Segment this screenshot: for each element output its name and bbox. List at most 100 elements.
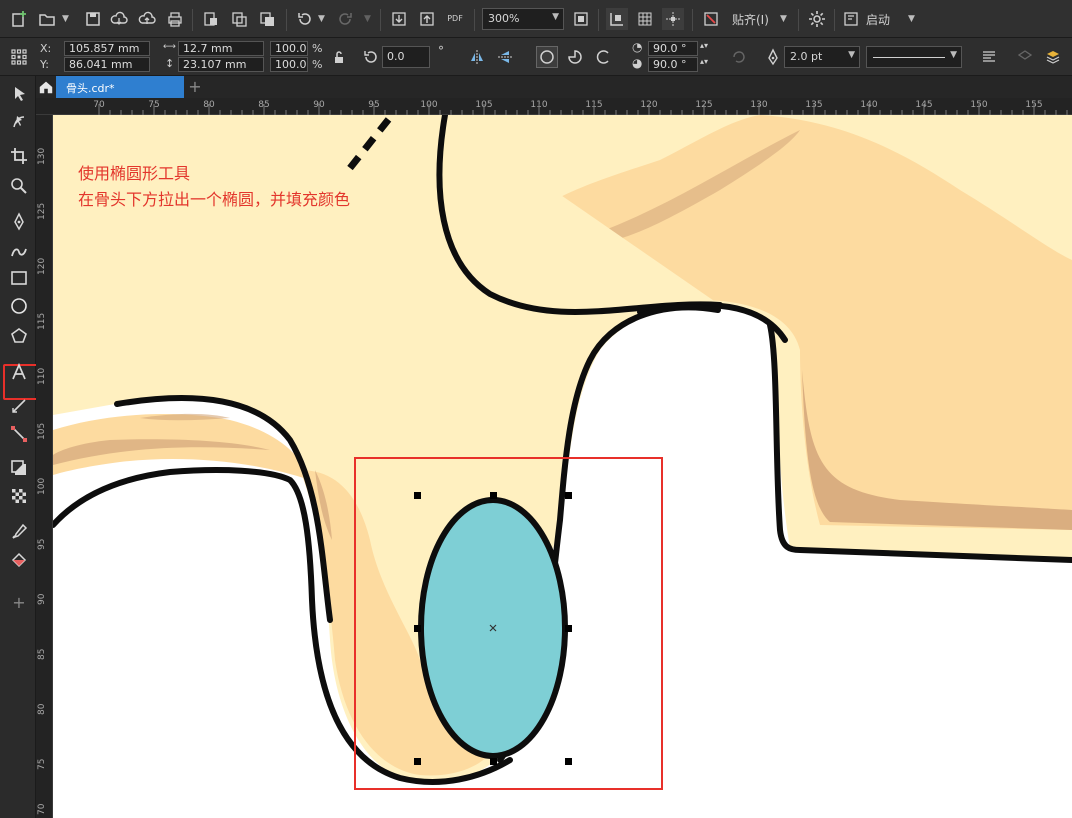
text-tool-icon[interactable] xyxy=(6,360,32,384)
import-arrow-icon[interactable] xyxy=(388,8,410,30)
open-folder-icon[interactable] xyxy=(36,8,58,30)
drop-shadow-tool-icon[interactable] xyxy=(6,456,32,480)
ellipse-mode-icon[interactable] xyxy=(536,46,558,68)
tutorial-annotation: 使用椭圆形工具 在骨头下方拉出一个椭圆，并填充颜色 xyxy=(78,161,350,213)
add-tab-button[interactable]: + xyxy=(186,78,204,96)
x-position-field[interactable]: 105.857 mm xyxy=(64,41,150,56)
mirror-horizontal-icon[interactable] xyxy=(466,46,488,68)
pdf-label: PDF xyxy=(447,14,463,23)
text-wrap-icon[interactable] xyxy=(978,46,1000,68)
guidelines-toggle-icon[interactable] xyxy=(662,8,684,30)
save-icon[interactable] xyxy=(82,8,104,30)
interactive-fill-tool-icon[interactable] xyxy=(6,548,32,572)
document-tab-bar: 骨头.cdr* + xyxy=(36,76,1072,98)
toolbox: + xyxy=(0,76,42,818)
scale-x-field[interactable]: 100.0 xyxy=(270,41,308,56)
width-field[interactable]: 12.7 mm xyxy=(178,41,264,56)
pdf-export-icon[interactable]: PDF xyxy=(444,8,466,30)
ruler-tick-label: 130 xyxy=(37,147,47,165)
grid-toggle-icon[interactable] xyxy=(634,8,656,30)
eyedropper-tool-icon[interactable] xyxy=(6,520,32,544)
launch-app-icon[interactable] xyxy=(840,8,862,30)
copy-icon[interactable] xyxy=(228,8,250,30)
document-tab[interactable]: 骨头.cdr* xyxy=(56,76,184,98)
angle-stepper[interactable]: ▴▾ xyxy=(700,41,708,50)
chevron-down-icon[interactable]: ▼ xyxy=(318,14,325,24)
launch-menu[interactable]: 启动 xyxy=(866,11,890,28)
full-screen-icon[interactable] xyxy=(570,8,592,30)
paste-icon[interactable] xyxy=(256,8,278,30)
line-style-select[interactable]: ▼ xyxy=(866,46,962,68)
chevron-down-icon[interactable]: ▼ xyxy=(62,14,69,24)
height-field[interactable]: 23.107 mm xyxy=(178,57,264,72)
selection-handle xyxy=(565,492,572,499)
pick-tool-icon[interactable] xyxy=(6,82,32,106)
selection-handle xyxy=(414,492,421,499)
degree-label: ° xyxy=(438,44,444,58)
snap-off-icon[interactable] xyxy=(700,8,722,30)
y-position-field[interactable]: 86.041 mm xyxy=(64,57,150,72)
shape-tool-icon[interactable] xyxy=(6,110,32,134)
start-angle-icon: ◔ xyxy=(632,40,643,54)
add-tool-button[interactable]: + xyxy=(6,590,32,614)
object-origin-icon[interactable] xyxy=(8,46,30,68)
zoom-level-select[interactable]: 300% ▼ xyxy=(482,8,564,30)
arc-mode-icon[interactable] xyxy=(592,46,614,68)
end-angle-field[interactable]: 90.0 ° xyxy=(648,57,698,72)
start-angle-field[interactable]: 90.0 ° xyxy=(648,41,698,56)
vertical-ruler[interactable]: 130 125 120 115 110 105 100 95 90 85 80 … xyxy=(36,115,53,818)
cloud-upload-icon[interactable] xyxy=(136,8,158,30)
height-icon: ↕ xyxy=(165,57,175,70)
ruler-tick-label: 120 xyxy=(37,257,47,275)
ellipse-tool-icon[interactable] xyxy=(6,294,32,318)
cloud-download-icon[interactable] xyxy=(108,8,130,30)
dimension-tool-icon[interactable] xyxy=(6,394,32,418)
selection-handle xyxy=(414,625,421,632)
chevron-down-icon: ▼ xyxy=(364,14,371,24)
artistic-media-tool-icon[interactable] xyxy=(6,240,32,264)
mirror-vertical-icon[interactable] xyxy=(494,46,516,68)
ruler-tick-label: 90 xyxy=(37,593,47,605)
outline-width-value: 2.0 pt xyxy=(790,50,823,63)
rulers-toggle-icon[interactable] xyxy=(606,8,628,30)
chevron-down-icon[interactable]: ▼ xyxy=(908,14,915,24)
snap-to-menu[interactable]: 贴齐(I) xyxy=(732,11,769,28)
freehand-tool-icon[interactable] xyxy=(6,210,32,234)
ruler-tick-label: 115 xyxy=(37,312,47,330)
scale-y-field[interactable]: 100.0 xyxy=(270,57,308,72)
undo-icon[interactable] xyxy=(294,8,316,30)
annotation-line-1: 使用椭圆形工具 xyxy=(78,164,191,183)
options-gear-icon[interactable] xyxy=(806,8,828,30)
angle-stepper[interactable]: ▴▾ xyxy=(700,57,708,66)
outline-width-select[interactable]: 2.0 pt ▼ xyxy=(784,46,860,68)
transparency-tool-icon[interactable] xyxy=(6,484,32,508)
print-icon[interactable] xyxy=(164,8,186,30)
selection-handle xyxy=(490,758,497,765)
home-icon[interactable] xyxy=(36,76,56,98)
ruler-tick-label: 105 xyxy=(37,422,47,440)
export-arrow-icon[interactable] xyxy=(416,8,438,30)
lock-ratio-icon[interactable] xyxy=(328,46,350,68)
layers-icon[interactable] xyxy=(1042,46,1064,68)
selection-handle xyxy=(490,492,497,499)
polygon-tool-icon[interactable] xyxy=(6,324,32,348)
ruler-tick-label: 75 xyxy=(37,758,47,770)
ruler-tick-label: 70 xyxy=(37,803,47,815)
import-icon[interactable] xyxy=(200,8,222,30)
connector-tool-icon[interactable] xyxy=(6,422,32,446)
new-document-icon[interactable] xyxy=(8,8,30,30)
zoom-value: 300% xyxy=(488,12,520,25)
crop-tool-icon[interactable] xyxy=(6,144,32,168)
pie-mode-icon[interactable] xyxy=(564,46,586,68)
rotation-field[interactable]: 0.0 xyxy=(382,46,430,68)
drawing-canvas[interactable]: 使用椭圆形工具 在骨头下方拉出一个椭圆，并填充颜色 xyxy=(53,115,1072,818)
chevron-down-icon[interactable]: ▼ xyxy=(780,14,787,24)
horizontal-ruler[interactable]: 70 75 80 85 90 95 100 105 110 115 120 12… xyxy=(36,98,1072,115)
width-icon: ⟷ xyxy=(163,42,176,52)
selection-handle xyxy=(565,758,572,765)
zoom-tool-icon[interactable] xyxy=(6,174,32,198)
rectangle-tool-icon[interactable] xyxy=(6,266,32,290)
standard-toolbar: ▼ ▼ ▼ PDF 300% ▼ 贴齐(I) ▼ 启动 ▼ xyxy=(0,0,1072,38)
selection-handle xyxy=(565,625,572,632)
ruler-tick-label: 125 xyxy=(37,202,47,220)
